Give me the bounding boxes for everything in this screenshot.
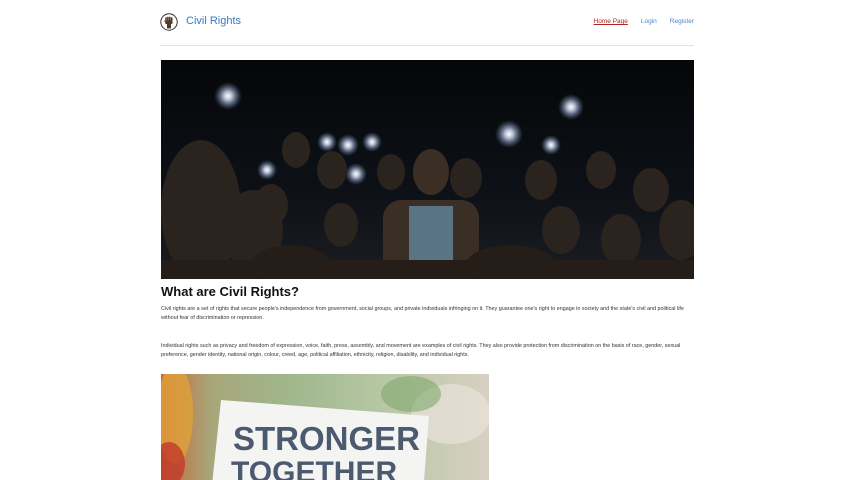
page: Civil Rights Home Page Login Register Wh… bbox=[0, 0, 854, 480]
protest-hero-image bbox=[161, 60, 694, 279]
nav-home-link[interactable]: Home Page bbox=[594, 18, 628, 25]
nav-login-link[interactable]: Login bbox=[641, 18, 657, 25]
brand-title[interactable]: Civil Rights bbox=[186, 15, 241, 27]
site-header: Civil Rights Home Page Login Register bbox=[160, 0, 694, 46]
main-nav: Home Page Login Register bbox=[594, 18, 694, 25]
raised-fist-icon[interactable] bbox=[160, 13, 178, 31]
sign-line-stronger: STRONGER bbox=[233, 420, 420, 457]
rights-paragraph: Individual rights such as privacy and fr… bbox=[161, 343, 681, 358]
intro-paragraph: Civil rights are a set of rights that se… bbox=[161, 306, 684, 321]
stronger-together-sign-image: STRONGER TOGETHER bbox=[161, 374, 489, 480]
sign-line-together: TOGETHER bbox=[231, 456, 397, 480]
nav-register-link[interactable]: Register bbox=[670, 18, 694, 25]
page-title: What are Civil Rights? bbox=[161, 284, 299, 299]
